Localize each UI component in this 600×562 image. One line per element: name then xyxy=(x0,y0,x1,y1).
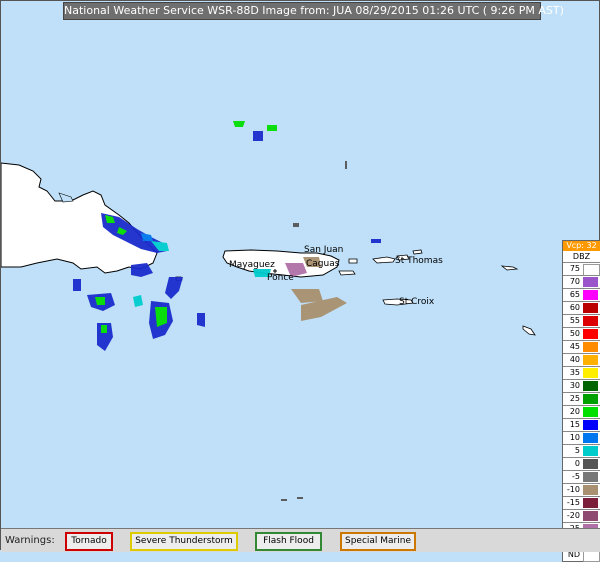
legend-swatch xyxy=(583,290,598,300)
legend-swatch xyxy=(583,342,598,352)
legend-row: 75 xyxy=(563,262,600,276)
warnings-bar: Warnings: Tornado Severe Thunderstorm Fl… xyxy=(1,528,600,552)
legend-swatch xyxy=(583,381,598,391)
legend-swatch xyxy=(583,368,598,378)
radar-frame: National Weather Service WSR-88D Image f… xyxy=(0,0,600,562)
legend-row: 65 xyxy=(563,288,600,301)
legend-swatch xyxy=(583,446,598,456)
city-label-caguas: Caguas xyxy=(306,259,340,269)
legend-swatch xyxy=(583,498,598,508)
legend-level-label: 75 xyxy=(569,264,580,273)
legend-row: -20 xyxy=(563,509,600,522)
legend-level-label: 20 xyxy=(569,407,580,416)
legend-swatch xyxy=(583,316,598,326)
legend-swatch xyxy=(583,329,598,339)
legend-level-label: 45 xyxy=(569,342,580,351)
dbz-legend: Vcp: 32 DBZ 75 70 65 60 55 50 45 40 35 30 25 20 15 10… xyxy=(562,240,600,562)
legend-level-label: -15 xyxy=(566,498,580,507)
legend-swatch xyxy=(583,407,598,417)
legend-swatch xyxy=(583,459,598,469)
legend-row: -5 xyxy=(563,470,600,483)
legend-row: -15 xyxy=(563,496,600,509)
page-title: National Weather Service WSR-88D Image f… xyxy=(63,2,564,20)
warnings-label: Warnings: xyxy=(5,535,55,546)
vcp-badge: Vcp: 32 xyxy=(563,241,600,251)
warning-tornado-button[interactable]: Tornado xyxy=(65,532,113,551)
culebra-island xyxy=(348,258,358,264)
legend-row: 40 xyxy=(563,353,600,366)
legend-units: DBZ xyxy=(563,251,600,262)
legend-row: 0 xyxy=(563,457,600,470)
legend-level-label: 25 xyxy=(569,394,580,403)
legend-rows: 75 70 65 60 55 50 45 40 35 30 25 20 15 10 5 0 -5 -10 -15 -2… xyxy=(563,262,600,562)
city-label-st-croix: St Croix xyxy=(399,297,435,307)
legend-row: -10 xyxy=(563,483,600,496)
warning-special-marine-button[interactable]: Special Marine xyxy=(340,532,416,551)
city-label-san-juan: San Juan xyxy=(304,245,344,255)
legend-row: 55 xyxy=(563,314,600,327)
radar-echoes xyxy=(73,121,381,501)
legend-swatch xyxy=(583,394,598,404)
legend-row: 5 xyxy=(563,444,600,457)
legend-row: 10 xyxy=(563,431,600,444)
legend-level-label: 0 xyxy=(574,459,580,468)
legend-level-label: 35 xyxy=(569,368,580,377)
legend-row: 60 xyxy=(563,301,600,314)
legend-level-label: 40 xyxy=(569,355,580,364)
city-label-mayaguez: Mayaguez xyxy=(229,260,275,270)
legend-level-label: -20 xyxy=(566,511,580,520)
warning-flash-flood-button[interactable]: Flash Flood xyxy=(255,532,322,551)
legend-level-label: 15 xyxy=(569,420,580,429)
legend-level-label: 70 xyxy=(569,277,580,286)
legend-row: 50 xyxy=(563,327,600,340)
legend-swatch xyxy=(583,472,598,482)
legend-row: 30 xyxy=(563,379,600,392)
legend-level-label: -10 xyxy=(566,485,580,494)
sombrero-island xyxy=(522,325,536,336)
st-thomas-island xyxy=(372,256,396,264)
warning-severe-thunderstorm-button[interactable]: Severe Thunderstorm xyxy=(130,532,238,551)
legend-swatch xyxy=(583,277,598,287)
legend-swatch xyxy=(583,433,598,443)
legend-level-label: 50 xyxy=(569,329,580,338)
legend-level-label: -5 xyxy=(572,472,580,481)
radar-map xyxy=(1,121,536,501)
legend-swatch xyxy=(583,420,598,430)
legend-row: 35 xyxy=(563,366,600,379)
legend-level-label: 30 xyxy=(569,381,580,390)
legend-row: 70 xyxy=(563,275,600,288)
anegada-island xyxy=(500,265,519,271)
legend-row: 25 xyxy=(563,392,600,405)
city-label-ponce: Ponce xyxy=(267,273,294,283)
legend-level-label: 10 xyxy=(569,433,580,442)
legend-level-label: 65 xyxy=(569,290,580,299)
legend-swatch xyxy=(583,511,598,521)
legend-swatch xyxy=(583,303,598,313)
legend-row: 45 xyxy=(563,340,600,353)
legend-row: 20 xyxy=(563,405,600,418)
legend-level-label: 5 xyxy=(574,446,580,455)
legend-row: 15 xyxy=(563,418,600,431)
legend-level-label: 60 xyxy=(569,303,580,312)
tortola-island xyxy=(412,249,423,255)
hispaniola-landmass xyxy=(1,162,158,274)
city-label-st-thomas: St Thomas xyxy=(395,256,443,266)
legend-swatch xyxy=(583,355,598,365)
legend-level-label: 55 xyxy=(569,316,580,325)
legend-swatch xyxy=(583,485,598,495)
vieques-island xyxy=(338,270,356,276)
